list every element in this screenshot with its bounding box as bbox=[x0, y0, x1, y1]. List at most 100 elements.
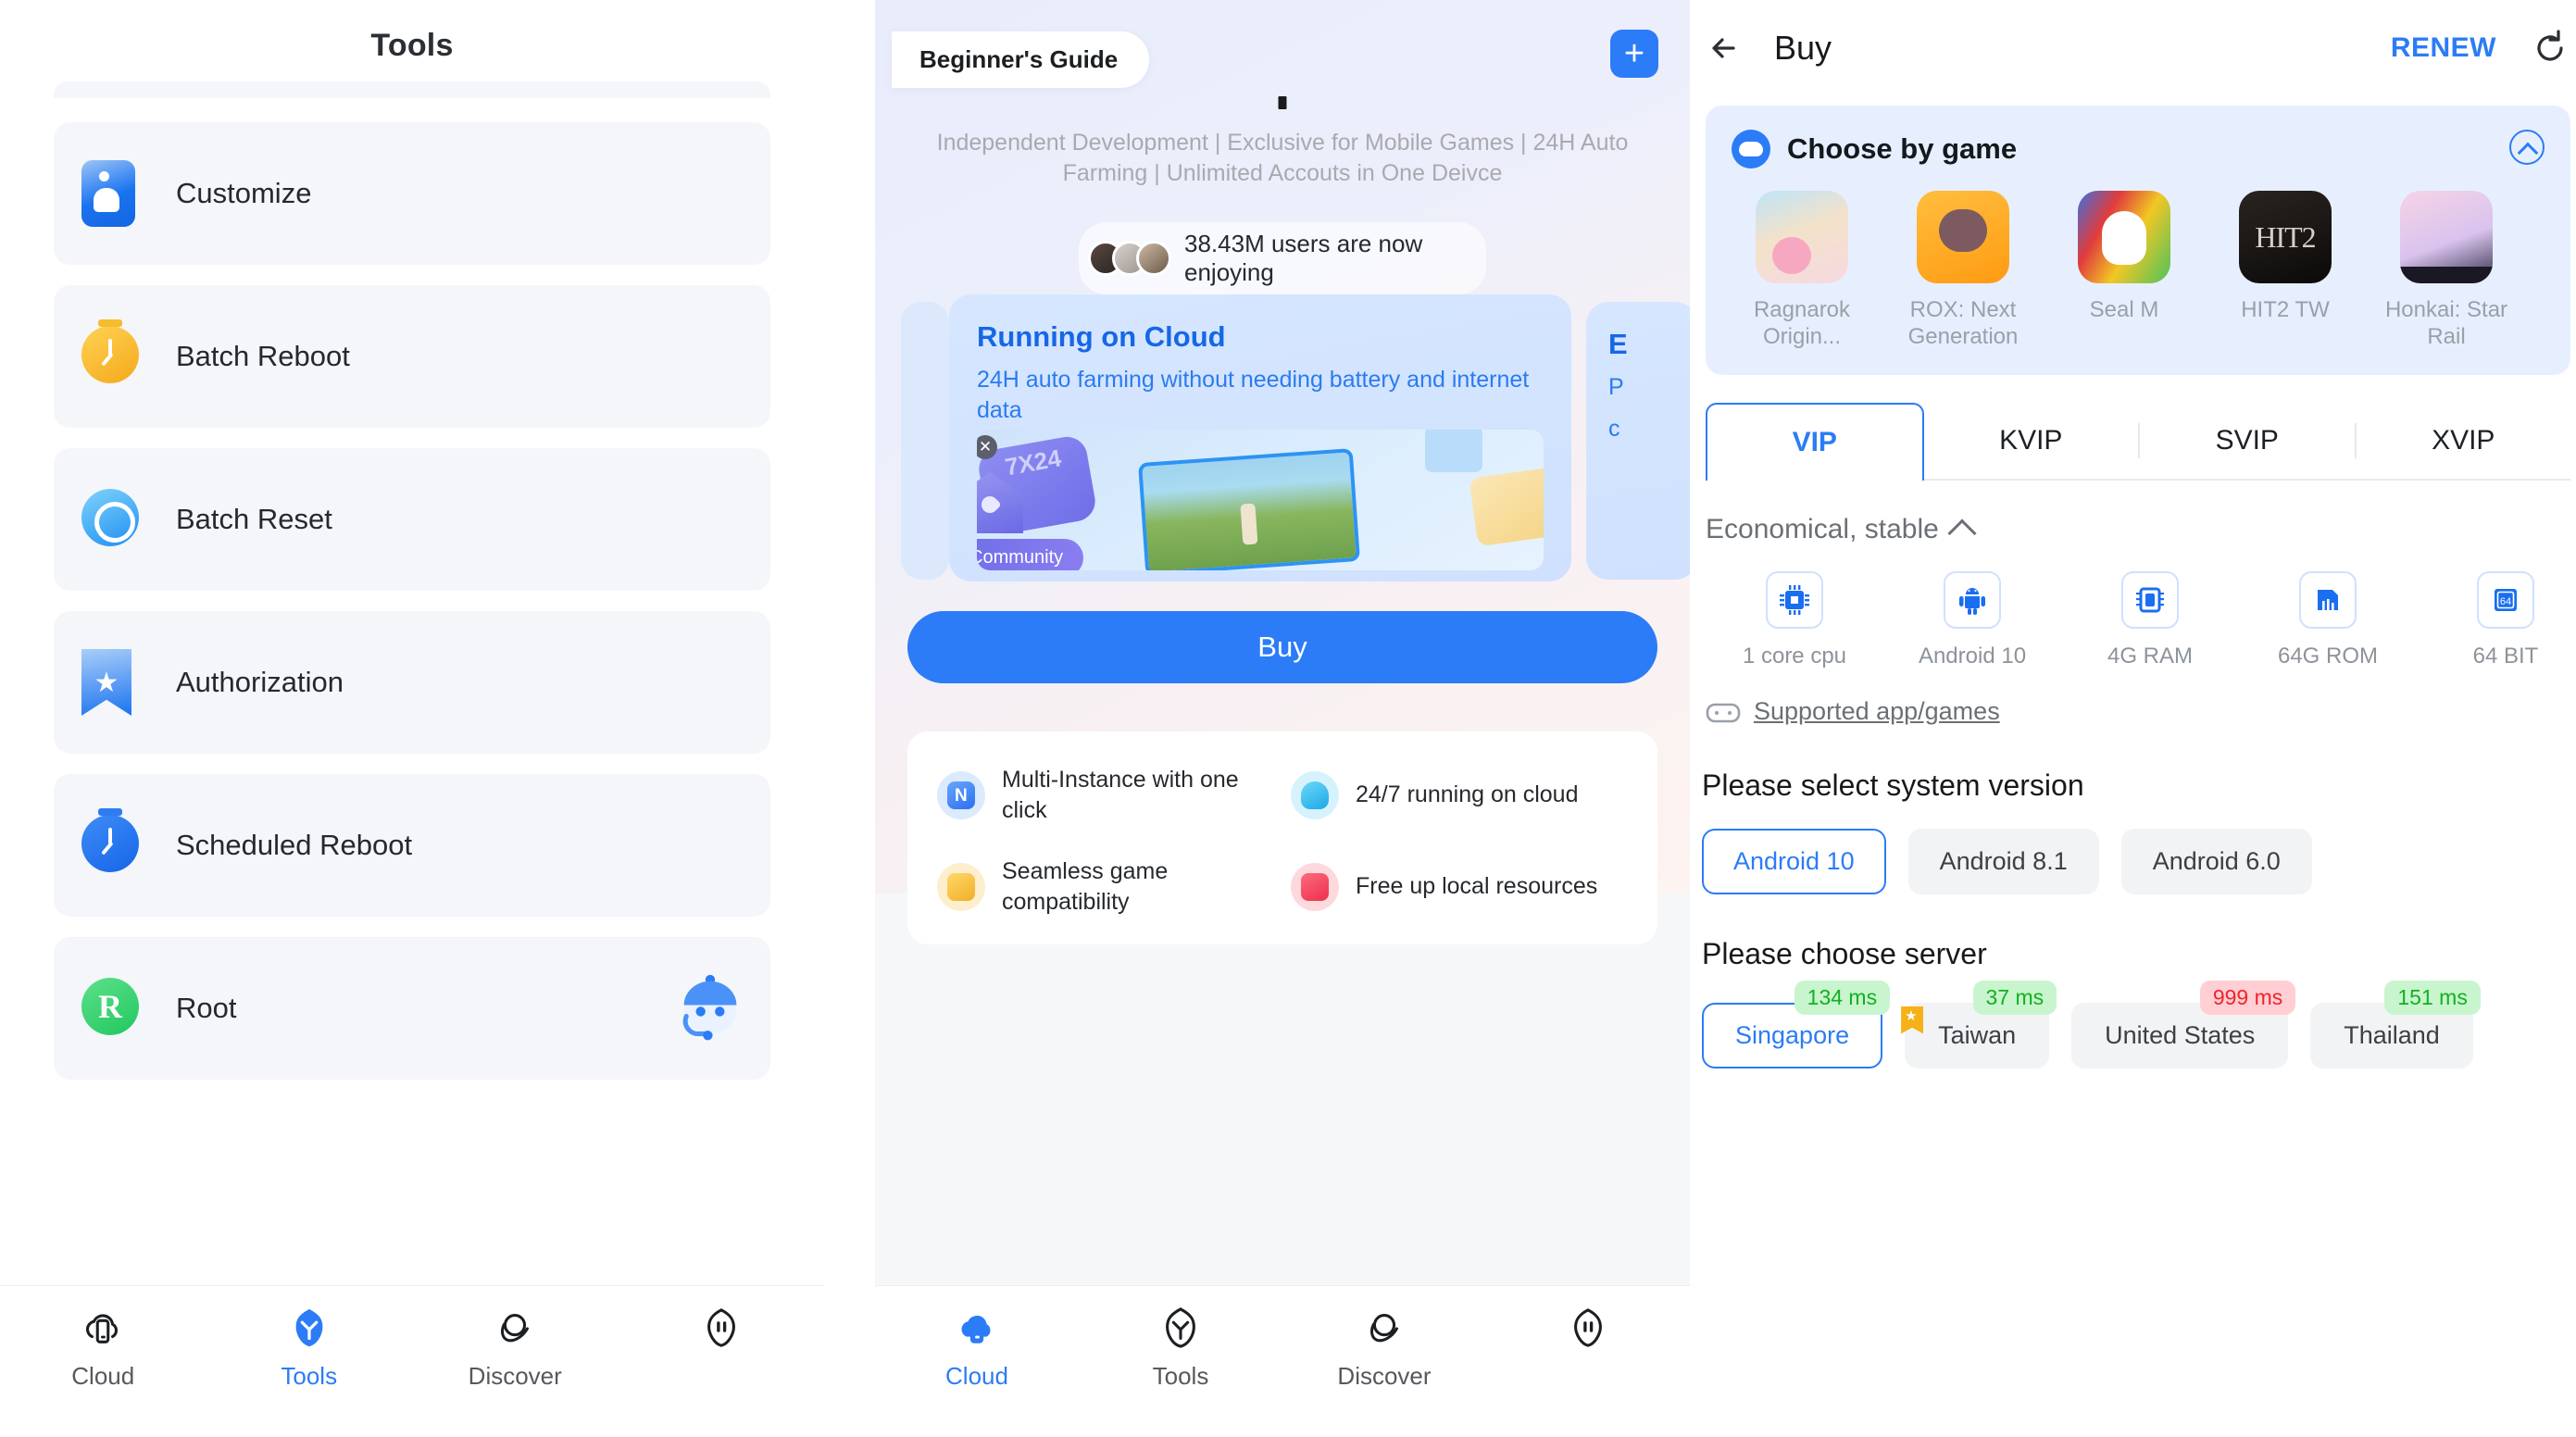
multi-instance-icon: N bbox=[937, 770, 985, 819]
back-arrow-icon[interactable] bbox=[1706, 28, 1746, 69]
game-screen-decor bbox=[1138, 448, 1360, 570]
tab-label: Discover bbox=[1337, 1362, 1432, 1390]
tool-row-batch-reboot[interactable]: Batch Reboot bbox=[54, 285, 770, 428]
game-name: HIT2 TW bbox=[2241, 297, 2330, 322]
rox-thumb bbox=[1917, 191, 2009, 283]
tab-vip[interactable]: VIP bbox=[1706, 402, 1924, 481]
system-version-option-android10[interactable]: Android 10 bbox=[1702, 828, 1886, 894]
tab-profile[interactable] bbox=[1486, 1306, 1690, 1362]
tool-row-root[interactable]: R Root bbox=[54, 937, 770, 1080]
system-version-option-android81[interactable]: Android 8.1 bbox=[1907, 828, 2099, 894]
carousel-card-prev[interactable] bbox=[901, 302, 949, 580]
renew-button[interactable]: RENEW bbox=[2391, 32, 2496, 64]
tab-cloud[interactable]: Cloud bbox=[0, 1306, 206, 1391]
feature-carousel[interactable]: Running on Cloud 24H auto farming withou… bbox=[875, 294, 1690, 586]
system-version-option-android60[interactable]: Android 6.0 bbox=[2120, 828, 2312, 894]
tool-row-scheduled-reboot[interactable]: Scheduled Reboot bbox=[54, 774, 770, 917]
android-icon bbox=[1944, 570, 2001, 629]
beginners-guide-button[interactable]: Beginner's Guide bbox=[892, 31, 1150, 88]
game-item[interactable]: Seal M bbox=[2054, 191, 2195, 351]
tab-discover[interactable]: Discover bbox=[1282, 1306, 1486, 1391]
carousel-card-active[interactable]: Running on Cloud 24H auto farming withou… bbox=[949, 294, 1571, 581]
profile-icon bbox=[1574, 1308, 1602, 1347]
buy-button[interactable]: Buy bbox=[907, 611, 1657, 683]
game-list: Ragnarok Origin... ROX: Next Generation … bbox=[1732, 191, 2546, 351]
carousel-illustration: 7X24 ✕ Community bbox=[977, 430, 1544, 570]
game-item[interactable]: Honkai: Star Rail bbox=[2376, 191, 2517, 351]
plan-summary-label: Economical, stable bbox=[1706, 513, 1939, 544]
tab-discover[interactable]: Discover bbox=[412, 1306, 619, 1391]
tool-row-customize[interactable]: Customize bbox=[54, 122, 770, 265]
tab-label: Discover bbox=[468, 1362, 562, 1390]
vip-tabs: VIP KVIP SVIP XVIP bbox=[1706, 402, 2571, 481]
cloud-phone-icon bbox=[86, 1314, 119, 1343]
tools-panel: Tools Customize Batch Reboot Batch Reset… bbox=[0, 0, 824, 1437]
community-badge: Community bbox=[977, 539, 1084, 570]
cpu-icon bbox=[1766, 570, 1823, 629]
robot-assistant-icon[interactable] bbox=[670, 968, 750, 1048]
buy-header: Buy RENEW bbox=[1693, 0, 2576, 96]
status-badge: 151 ms bbox=[2384, 980, 2481, 1015]
carousel-next-title: E bbox=[1608, 328, 1628, 360]
discover-icon bbox=[501, 1314, 530, 1343]
tab-profile[interactable] bbox=[619, 1306, 825, 1362]
gamepad-outline-icon bbox=[1706, 703, 1741, 723]
server-option-united-states[interactable]: United States 999 ms bbox=[2071, 980, 2296, 1068]
game-name: Seal M bbox=[2089, 297, 2159, 322]
rom-icon bbox=[2299, 570, 2357, 629]
tab-tools[interactable]: Tools bbox=[206, 1306, 413, 1391]
spec-item: 64G ROM bbox=[2239, 570, 2417, 669]
page-title: Tools bbox=[370, 28, 454, 63]
spec-item: 1 core cpu bbox=[1706, 570, 1883, 669]
hero-subtitle: Independent Development | Exclusive for … bbox=[936, 130, 1629, 187]
tool-row-batch-reset[interactable]: Batch Reset bbox=[54, 448, 770, 591]
hit2-thumb: HIT2 bbox=[2239, 191, 2332, 283]
tab-xvip[interactable]: XVIP bbox=[2357, 403, 2571, 479]
spec-label: Android 10 bbox=[1918, 643, 2027, 669]
avatar bbox=[1136, 241, 1171, 276]
feature-glyph: N bbox=[955, 785, 968, 806]
server-option-singapore[interactable]: Singapore 134 ms bbox=[1702, 980, 1891, 1068]
tool-label: Scheduled Reboot bbox=[176, 829, 413, 861]
status-badge: 134 ms bbox=[1794, 980, 1891, 1015]
tool-row-authorization[interactable]: ★ Authorization bbox=[54, 611, 770, 754]
tab-label: Tools bbox=[281, 1362, 338, 1390]
server-title: Please choose server bbox=[1702, 936, 1987, 970]
page-title: Buy bbox=[1774, 29, 1832, 67]
refresh-icon[interactable] bbox=[2530, 28, 2570, 69]
carousel-card-next[interactable]: E P c bbox=[1586, 302, 1690, 580]
game-item[interactable]: HIT2 HIT2 TW bbox=[2215, 191, 2356, 351]
chevron-up-icon bbox=[1947, 518, 1977, 548]
game-item[interactable]: Ragnarok Origin... bbox=[1732, 191, 1872, 351]
tab-svip[interactable]: SVIP bbox=[2140, 403, 2355, 479]
server-option-taiwan[interactable]: Taiwan 37 ms bbox=[1901, 980, 2057, 1068]
svg-text:64: 64 bbox=[2500, 596, 2511, 607]
server-options: Singapore 134 ms Taiwan 37 ms United Sta… bbox=[1702, 980, 2576, 1068]
tools-list: Customize Batch Reboot Batch Reset ★ Aut… bbox=[0, 81, 824, 1100]
tab-kvip[interactable]: KVIP bbox=[1924, 403, 2139, 479]
game-name: Honkai: Star Rail bbox=[2384, 297, 2508, 350]
discover-icon bbox=[1369, 1314, 1398, 1343]
feature-cloud-running: 24/7 running on cloud bbox=[1291, 765, 1628, 825]
carousel-card-title: Running on Cloud bbox=[977, 320, 1226, 353]
free-resources-icon bbox=[1291, 862, 1339, 911]
plan-summary-row[interactable]: Economical, stable bbox=[1706, 513, 2576, 548]
bottom-tabbar: Cloud Tools Discover bbox=[875, 1285, 1690, 1437]
game-name: ROX: Next Generation bbox=[1907, 297, 2019, 350]
spec-label: 64G ROM bbox=[2277, 643, 2379, 669]
chevron-up-icon[interactable] bbox=[2509, 130, 2545, 165]
tab-cloud[interactable]: Cloud bbox=[875, 1306, 1079, 1391]
choose-by-game-card: Choose by game Ragnarok Origin... ROX: N… bbox=[1706, 106, 2570, 375]
game-name: Ragnarok Origin... bbox=[1753, 297, 1851, 350]
windows-tile-decor bbox=[1425, 430, 1482, 472]
supported-apps-link[interactable]: Supported app/games bbox=[1706, 697, 2576, 726]
tool-label: Root bbox=[176, 992, 237, 1024]
status-badge: 999 ms bbox=[2199, 980, 2296, 1015]
add-instance-button[interactable]: + bbox=[1610, 30, 1658, 78]
seamless-game-icon bbox=[937, 862, 985, 911]
feature-label: 24/7 running on cloud bbox=[1356, 781, 1579, 808]
game-item[interactable]: ROX: Next Generation bbox=[1893, 191, 2033, 351]
server-option-thailand[interactable]: Thailand 151 ms bbox=[2310, 980, 2481, 1068]
tab-tools[interactable]: Tools bbox=[1079, 1306, 1282, 1391]
cloud-running-icon bbox=[1291, 770, 1339, 819]
